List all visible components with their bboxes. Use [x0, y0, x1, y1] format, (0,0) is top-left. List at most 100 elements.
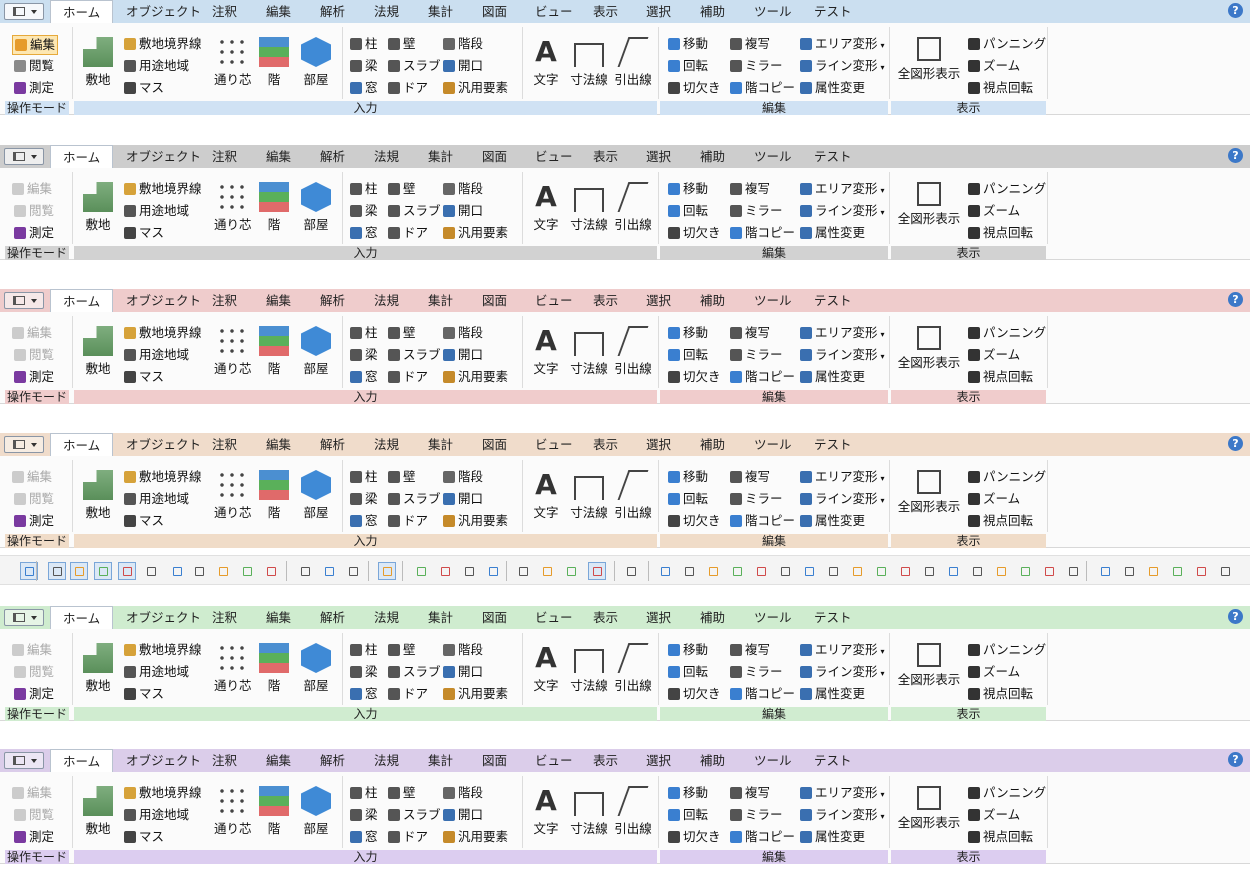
toolbar-tool-icon[interactable] — [378, 562, 396, 580]
tab-1[interactable]: オブジェクト — [126, 289, 201, 312]
mass-button[interactable]: マス — [124, 368, 164, 386]
generic-button[interactable]: 汎用要素 — [443, 512, 508, 530]
measure-button[interactable]: 測定 — [14, 224, 54, 242]
tab-9[interactable]: 表示 — [593, 433, 618, 456]
toolbar-tool-icon[interactable] — [168, 562, 186, 580]
tab-1[interactable]: オブジェクト — [126, 145, 201, 168]
floor-button[interactable]: 階 — [258, 182, 290, 233]
tab-10[interactable]: 選択 — [646, 289, 671, 312]
app-menu-button[interactable] — [4, 3, 44, 20]
tab-home[interactable]: ホーム — [50, 433, 114, 457]
tab-11[interactable]: 補助 — [700, 749, 725, 772]
tab-3[interactable]: 編集 — [266, 749, 291, 772]
move-button[interactable]: 移動 — [668, 324, 708, 342]
pan-button[interactable]: パンニング — [968, 641, 1046, 659]
grid-button[interactable]: 通り芯 — [214, 182, 252, 233]
mirror-button[interactable]: ミラー — [730, 806, 783, 824]
grid-button[interactable]: 通り芯 — [214, 470, 252, 521]
toolbar-tool-icon[interactable] — [320, 562, 338, 580]
tab-2[interactable]: 注釈 — [212, 433, 237, 456]
room-button[interactable]: 部屋 — [300, 37, 332, 88]
area-transform-button[interactable]: エリア変形 ▾ — [800, 468, 885, 488]
tab-13[interactable]: テスト — [814, 433, 852, 456]
leader-button[interactable]: 引出線 — [612, 470, 654, 521]
tab-2[interactable]: 注釈 — [212, 0, 237, 23]
move-button[interactable]: 移動 — [668, 180, 708, 198]
boundary-button[interactable]: 敷地境界線 — [124, 324, 202, 342]
zoom-button[interactable]: ズーム — [968, 202, 1020, 220]
generic-button[interactable]: 汎用要素 — [443, 685, 508, 703]
zoom-button[interactable]: ズーム — [968, 346, 1020, 364]
tab-4[interactable]: 解析 — [320, 145, 345, 168]
app-menu-button[interactable] — [4, 752, 44, 769]
wall-button[interactable]: 壁 — [388, 180, 416, 198]
area-transform-button[interactable]: エリア変形 ▾ — [800, 180, 885, 200]
toolbar-tool-icon[interactable] — [992, 562, 1010, 580]
orbit-button[interactable]: 視点回転 — [968, 828, 1033, 846]
column-button[interactable]: 柱 — [350, 641, 378, 659]
edit-mode-button[interactable]: 編集 — [12, 468, 52, 486]
attribute-change-button[interactable]: 属性変更 — [800, 224, 865, 242]
window-button[interactable]: 窓 — [350, 512, 378, 530]
cut-button[interactable]: 切欠き — [668, 368, 721, 386]
measure-button[interactable]: 測定 — [14, 79, 54, 97]
toolbar-tool-icon[interactable] — [1120, 562, 1138, 580]
tab-home[interactable]: ホーム — [50, 0, 114, 24]
fit-all-button[interactable]: 全図形表示 — [896, 643, 962, 688]
column-button[interactable]: 柱 — [350, 35, 378, 53]
room-button[interactable]: 部屋 — [300, 470, 332, 521]
slab-button[interactable]: スラブ — [388, 806, 441, 824]
help-icon[interactable]: ? — [1228, 148, 1243, 163]
tab-8[interactable]: ビュー — [535, 145, 573, 168]
line-transform-button[interactable]: ライン変形 ▾ — [800, 57, 885, 77]
cut-button[interactable]: 切欠き — [668, 224, 721, 242]
toolbar-tool-icon[interactable] — [824, 562, 842, 580]
window-button[interactable]: 窓 — [350, 79, 378, 97]
site-button[interactable]: 敷地 — [82, 470, 114, 521]
text-button[interactable]: A 文字 — [530, 470, 562, 521]
mirror-button[interactable]: ミラー — [730, 490, 783, 508]
tab-1[interactable]: オブジェクト — [126, 606, 201, 629]
tab-11[interactable]: 補助 — [700, 606, 725, 629]
opening-button[interactable]: 開口 — [443, 202, 483, 220]
site-button[interactable]: 敷地 — [82, 643, 114, 694]
grid-button[interactable]: 通り芯 — [214, 643, 252, 694]
attribute-change-button[interactable]: 属性変更 — [800, 368, 865, 386]
edit-mode-button[interactable]: 編集 — [12, 35, 59, 55]
move-button[interactable]: 移動 — [668, 468, 708, 486]
toolbar-tool-icon[interactable] — [920, 562, 938, 580]
boundary-button[interactable]: 敷地境界線 — [124, 468, 202, 486]
copy-button[interactable]: 複写 — [730, 35, 770, 53]
dim-button[interactable]: 寸法線 — [568, 326, 610, 377]
tab-10[interactable]: 選択 — [646, 606, 671, 629]
grid-button[interactable]: 通り芯 — [214, 786, 252, 837]
tab-2[interactable]: 注釈 — [212, 749, 237, 772]
app-menu-button[interactable] — [4, 436, 44, 453]
tab-home[interactable]: ホーム — [50, 606, 114, 630]
floor-button[interactable]: 階 — [258, 326, 290, 377]
toolbar-tool-icon[interactable] — [296, 562, 314, 580]
tab-13[interactable]: テスト — [814, 0, 852, 23]
site-button[interactable]: 敷地 — [82, 182, 114, 233]
toolbar-tool-icon[interactable] — [214, 562, 232, 580]
generic-button[interactable]: 汎用要素 — [443, 79, 508, 97]
text-button[interactable]: A 文字 — [530, 643, 562, 694]
line-transform-button[interactable]: ライン変形 ▾ — [800, 202, 885, 222]
help-icon[interactable]: ? — [1228, 3, 1243, 18]
edit-mode-button[interactable]: 編集 — [12, 641, 52, 659]
view-mode-button[interactable]: 閲覧 — [14, 490, 54, 508]
rotate-button[interactable]: 回転 — [668, 346, 708, 364]
tab-3[interactable]: 編集 — [266, 606, 291, 629]
toolbar-tool-icon[interactable] — [484, 562, 502, 580]
window-button[interactable]: 窓 — [350, 685, 378, 703]
tab-6[interactable]: 集計 — [428, 606, 453, 629]
area-transform-button[interactable]: エリア変形 ▾ — [800, 35, 885, 55]
tab-11[interactable]: 補助 — [700, 145, 725, 168]
mirror-button[interactable]: ミラー — [730, 57, 783, 75]
slab-button[interactable]: スラブ — [388, 202, 441, 220]
text-button[interactable]: A 文字 — [530, 37, 562, 88]
tab-1[interactable]: オブジェクト — [126, 433, 201, 456]
tab-12[interactable]: ツール — [754, 145, 792, 168]
move-button[interactable]: 移動 — [668, 641, 708, 659]
measure-button[interactable]: 測定 — [14, 368, 54, 386]
